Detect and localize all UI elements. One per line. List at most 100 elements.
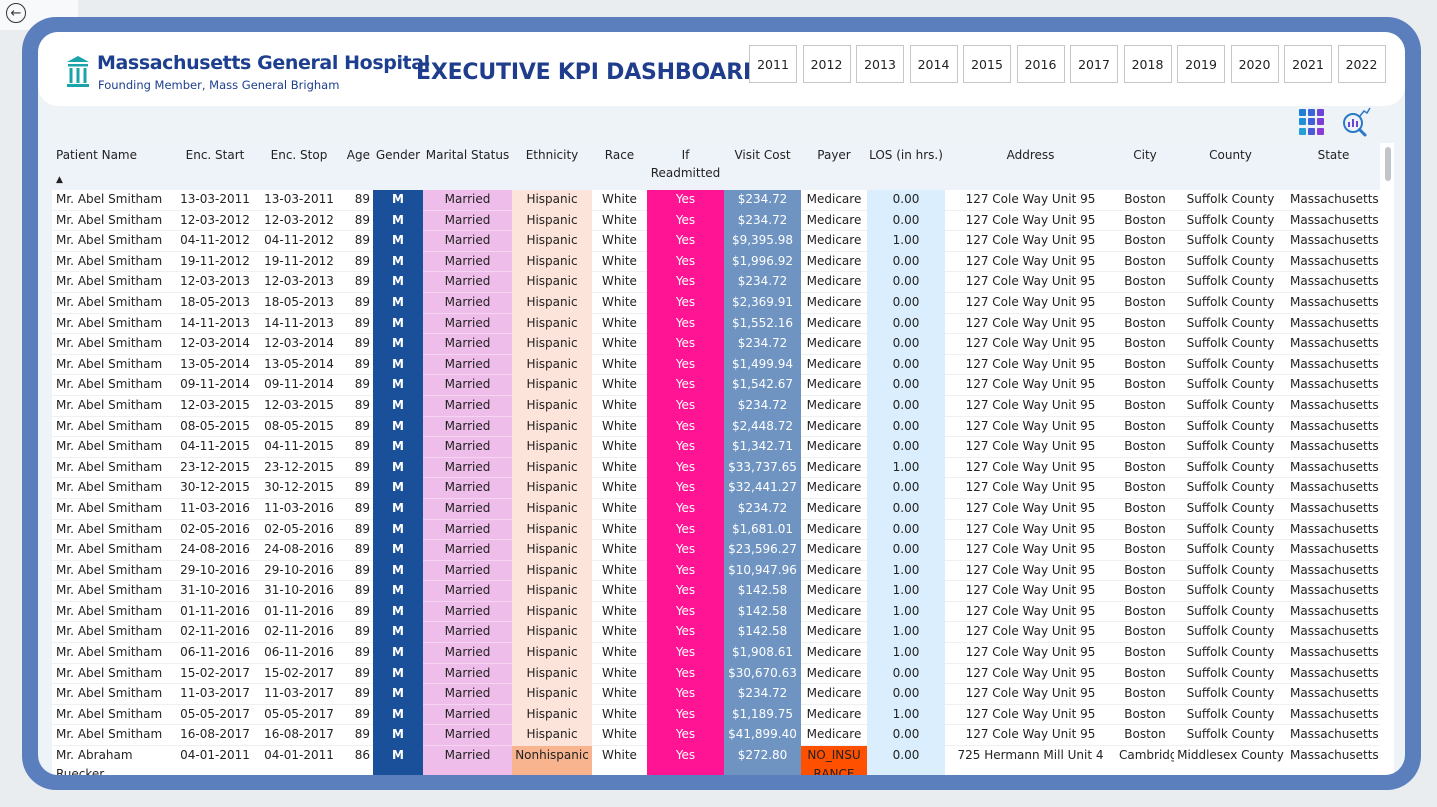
table-row[interactable]: Mr. Abel Smitham 15-02-2017 15-02-2017 89 M M… bbox=[52, 663, 1380, 685]
year-button-2012[interactable]: 2012 bbox=[802, 45, 851, 83]
cell-gender: M bbox=[373, 416, 423, 438]
cell-visit-cost: $142.58 bbox=[724, 621, 801, 644]
cell-race: White bbox=[592, 498, 647, 520]
cell-if-readmitted: Yes bbox=[647, 663, 724, 685]
table-row[interactable]: Mr. Abel Smitham 18-05-2013 18-05-2013 89 M M… bbox=[52, 292, 1380, 314]
table-row[interactable]: Mr. Abel Smitham 30-12-2015 30-12-2015 89 M M… bbox=[52, 477, 1380, 499]
cell-city: Boston bbox=[1116, 251, 1174, 273]
table-row[interactable]: Mr. Abel Smitham 11-03-2016 11-03-2016 89 M M… bbox=[52, 498, 1380, 520]
table-row[interactable]: Mr. Abel Smitham 16-08-2017 16-08-2017 89 M M… bbox=[52, 724, 1380, 747]
table-row[interactable]: Mr. Abel Smitham 05-05-2017 05-05-2017 89 M M… bbox=[52, 704, 1380, 726]
cell-address: 127 Cole Way Unit 95 bbox=[945, 190, 1116, 211]
cell-address: 127 Cole Way Unit 95 bbox=[945, 498, 1116, 520]
year-button-2022[interactable]: 2022 bbox=[1337, 45, 1386, 83]
cell-enc-stop: 29-10-2016 bbox=[257, 560, 341, 582]
cell-county: Suffolk County bbox=[1174, 663, 1287, 685]
cell-gender: M bbox=[373, 210, 423, 232]
cell-enc-start: 12-03-2014 bbox=[173, 333, 257, 355]
back-arrow-icon[interactable]: ← bbox=[6, 3, 26, 23]
cell-age: 89 bbox=[341, 374, 373, 396]
cell-state: Massachusetts bbox=[1287, 313, 1380, 335]
cell-gender: M bbox=[373, 457, 423, 479]
cell-enc-stop: 12-03-2015 bbox=[257, 395, 341, 417]
cell-payer: Medicare bbox=[801, 642, 867, 664]
table-row[interactable]: Mr. Abel Smitham 31-10-2016 31-10-2016 89 M M… bbox=[52, 580, 1380, 602]
table-row[interactable]: Mr. Abel Smitham 12-03-2015 12-03-2015 89 M M… bbox=[52, 395, 1380, 417]
column-header-los-in-hrs[interactable]: LOS (in hrs.) bbox=[867, 143, 945, 190]
table-row[interactable]: Mr. Abel Smitham 12-03-2013 12-03-2013 89 M M… bbox=[52, 271, 1380, 293]
cell-ethnicity: Hispanic bbox=[512, 416, 592, 438]
table-row[interactable]: Mr. Abel Smitham 13-03-2011 13-03-2011 89 M M… bbox=[52, 190, 1380, 211]
cell-patient-name: Mr. Abel Smitham bbox=[52, 313, 173, 335]
table-row[interactable]: Mr. Abel Smitham 02-05-2016 02-05-2016 89 M M… bbox=[52, 519, 1380, 541]
table-row[interactable]: Mr. Abel Smitham 12-03-2014 12-03-2014 89 M M… bbox=[52, 333, 1380, 355]
cell-enc-start: 18-05-2013 bbox=[173, 292, 257, 314]
cell-los: 0.00 bbox=[867, 519, 945, 541]
year-button-2013[interactable]: 2013 bbox=[856, 45, 904, 83]
table-row[interactable]: Mr. Abel Smitham 08-05-2015 08-05-2015 89 M M… bbox=[52, 416, 1380, 438]
column-header-city[interactable]: City bbox=[1116, 143, 1174, 190]
column-header-payer[interactable]: Payer bbox=[801, 143, 867, 190]
cell-payer: Medicare bbox=[801, 498, 867, 520]
year-button-2015[interactable]: 2015 bbox=[963, 45, 1011, 83]
cell-patient-name: Mr. Abel Smitham bbox=[52, 601, 173, 623]
grid-icon[interactable] bbox=[1299, 109, 1325, 135]
cell-ethnicity: Hispanic bbox=[512, 621, 592, 644]
column-header-age[interactable]: Age bbox=[341, 143, 373, 190]
table-row[interactable]: Mr. Abel Smitham 04-11-2012 04-11-2012 89 M M… bbox=[52, 230, 1380, 252]
vertical-scrollbar[interactable] bbox=[1385, 147, 1391, 181]
cell-visit-cost: $1,189.75 bbox=[724, 704, 801, 726]
cell-payer: Medicare bbox=[801, 230, 867, 252]
column-header-gender[interactable]: Gender bbox=[373, 143, 423, 190]
sort-asc-icon[interactable]: ▲ bbox=[56, 175, 63, 185]
table-row[interactable]: Mr. Abel Smitham 19-11-2012 19-11-2012 89 M M… bbox=[52, 251, 1380, 273]
column-header-enc-start[interactable]: Enc. Start bbox=[173, 143, 257, 190]
column-header-address[interactable]: Address bbox=[945, 143, 1116, 190]
table-row[interactable]: Mr. Abel Smitham 29-10-2016 29-10-2016 89 M M… bbox=[52, 560, 1380, 582]
table-row[interactable]: Mr. Abel Smitham 04-11-2015 04-11-2015 89 M M… bbox=[52, 436, 1380, 458]
cell-age: 89 bbox=[341, 457, 373, 479]
year-button-2014[interactable]: 2014 bbox=[909, 45, 958, 83]
cell-enc-start: 05-05-2017 bbox=[173, 704, 257, 726]
cell-enc-start: 24-08-2016 bbox=[173, 539, 257, 561]
column-header-county[interactable]: County bbox=[1174, 143, 1287, 190]
year-button-2021[interactable]: 2021 bbox=[1284, 45, 1332, 83]
column-header-ethnicity[interactable]: Ethnicity bbox=[512, 143, 592, 190]
column-header-enc-stop[interactable]: Enc. Stop bbox=[257, 143, 341, 190]
table-row[interactable]: Mr. Abel Smitham 23-12-2015 23-12-2015 89 M M… bbox=[52, 457, 1380, 479]
cell-visit-cost: $1,342.71 bbox=[724, 436, 801, 458]
cell-if-readmitted: Yes bbox=[647, 230, 724, 252]
table-row[interactable]: Mr. Abel Smitham 11-03-2017 11-03-2017 89 M M… bbox=[52, 683, 1380, 705]
column-header-if-readmitted[interactable]: If Readmitted bbox=[647, 143, 724, 190]
table-row[interactable]: Mr. Abel Smitham 02-11-2016 02-11-2016 89 M M… bbox=[52, 621, 1380, 644]
table-row[interactable]: Mr. Abel Smitham 24-08-2016 24-08-2016 89 M M… bbox=[52, 539, 1380, 561]
cell-enc-stop: 12-03-2014 bbox=[257, 333, 341, 355]
year-button-2016[interactable]: 2016 bbox=[1016, 45, 1065, 83]
cell-payer: Medicare bbox=[801, 395, 867, 417]
cell-visit-cost: $234.72 bbox=[724, 498, 801, 520]
column-header-race[interactable]: Race bbox=[592, 143, 647, 190]
table-row[interactable]: Mr. Abel Smitham 12-03-2012 12-03-2012 89 M M… bbox=[52, 210, 1380, 232]
table-row[interactable]: Mr. Abel Smitham 14-11-2013 14-11-2013 89 M M… bbox=[52, 313, 1380, 335]
cell-county: Suffolk County bbox=[1174, 642, 1287, 664]
cell-marital-status: Married bbox=[423, 395, 512, 417]
search-chart-icon[interactable] bbox=[1340, 106, 1372, 138]
table-row[interactable]: Mr. Abel Smitham 01-11-2016 01-11-2016 89 M M… bbox=[52, 601, 1380, 623]
table-row[interactable]: Mr. Abel Smitham 13-05-2014 13-05-2014 89 M M… bbox=[52, 354, 1380, 376]
column-header-patient-name[interactable]: Patient Name bbox=[52, 143, 173, 190]
table-row[interactable]: Mr. Abel Smitham 06-11-2016 06-11-2016 89 M M… bbox=[52, 642, 1380, 664]
year-button-2020[interactable]: 2020 bbox=[1230, 45, 1279, 83]
cell-state: Massachusetts bbox=[1287, 292, 1380, 314]
column-header-visit-cost[interactable]: Visit Cost bbox=[724, 143, 801, 190]
year-button-2017[interactable]: 2017 bbox=[1070, 45, 1118, 83]
column-header-marital-status[interactable]: Marital Status bbox=[423, 143, 512, 190]
cell-city: Boston bbox=[1116, 292, 1174, 314]
year-button-2019[interactable]: 2019 bbox=[1177, 45, 1225, 83]
column-header-state[interactable]: State bbox=[1287, 143, 1380, 190]
cell-patient-name: Mr. Abel Smitham bbox=[52, 663, 173, 685]
year-button-2018[interactable]: 2018 bbox=[1123, 45, 1172, 83]
year-button-2011[interactable]: 2011 bbox=[749, 45, 797, 83]
table-row[interactable]: Mr. Abel Smitham 09-11-2014 09-11-2014 89 M M… bbox=[52, 374, 1380, 396]
cell-enc-stop: 12-03-2013 bbox=[257, 271, 341, 293]
table-row[interactable]: Mr. Abraham Ruecker 04-01-2011 04-01-2011 8… bbox=[52, 745, 1380, 775]
